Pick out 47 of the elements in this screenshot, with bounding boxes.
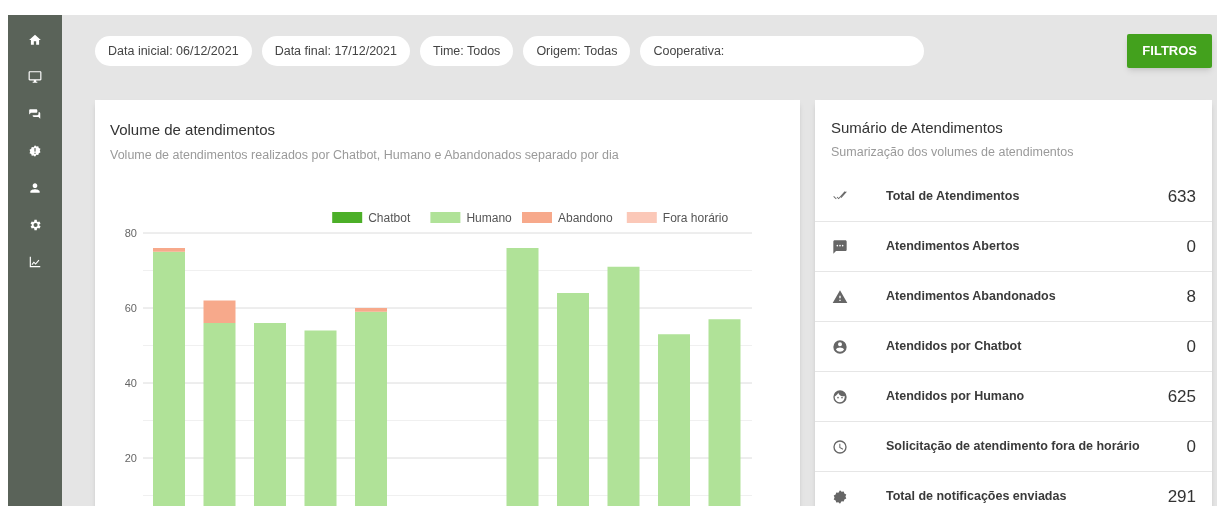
card-title: Volume de atendimentos — [110, 120, 277, 140]
axis-tick-label: 80 — [124, 227, 137, 240]
summary-label: Total de Atendimentos — [886, 187, 1021, 205]
card-subtitle: Sumarização dos volumes de atendimentos — [831, 143, 1075, 161]
card-subtitle: Volume de atendimentos realizados por Chatbot, Humano e Abandonados separado por dia — [110, 146, 620, 164]
legend-swatch — [626, 212, 657, 224]
filter-chip[interactable]: Data inicial: 06/12/2021 — [95, 36, 252, 66]
settings-icon[interactable] — [28, 218, 42, 232]
summary-value: 0 — [1186, 336, 1196, 358]
home-icon[interactable] — [28, 33, 42, 47]
warning-icon — [832, 288, 848, 305]
filter-chip[interactable]: Origem: Todas — [523, 36, 631, 66]
summary-label: Solicitação de atendimento fora de horário — [886, 438, 1141, 456]
axis-tick-label: 40 — [124, 377, 137, 390]
legend-swatch — [522, 212, 552, 224]
legend-label: Humano — [466, 211, 512, 226]
summary-value: 625 — [1167, 386, 1196, 408]
summary-label: Total de notificações enviadas — [886, 488, 1068, 506]
filter-chip[interactable]: Time: Todos — [420, 36, 514, 66]
face-icon — [832, 388, 848, 405]
chat-dots-icon — [832, 238, 848, 255]
alert-badge-icon[interactable] — [28, 144, 42, 158]
legend-swatch — [332, 212, 363, 224]
chat-icon[interactable] — [28, 107, 42, 121]
summary-value: 8 — [1186, 286, 1196, 308]
summary-value: 633 — [1167, 185, 1196, 208]
line-chart-icon[interactable] — [28, 255, 42, 269]
axis-tick-label: 20 — [124, 452, 137, 465]
legend-label: Chatbot — [368, 211, 411, 226]
person-icon[interactable] — [28, 181, 42, 195]
filter-chip[interactable]: Data final: 17/12/2021 — [261, 36, 410, 66]
axis-tick-label: 60 — [124, 302, 137, 315]
legend-label: Fora horário — [662, 211, 729, 226]
summary-value: 0 — [1186, 436, 1196, 458]
filter-field[interactable]: Cooperativa: — [640, 36, 925, 66]
summary-label: Atendidos por Chatbot — [886, 338, 1023, 356]
summary-label: Atendimentos Abertos — [886, 238, 1021, 256]
alert-badge-icon — [832, 488, 848, 505]
summary-label: Atendimentos Abandonados — [886, 288, 1057, 306]
summary-value: 291 — [1167, 486, 1196, 506]
card-title: Sumário de Atendimentos — [831, 118, 1004, 138]
clock-icon — [832, 438, 848, 455]
summary-label: Atendidos por Humano — [886, 388, 1026, 406]
monitor-icon[interactable] — [28, 70, 42, 84]
legend-label: Abandono — [558, 211, 613, 226]
summary-value: 0 — [1186, 236, 1196, 258]
legend-swatch — [430, 212, 461, 224]
